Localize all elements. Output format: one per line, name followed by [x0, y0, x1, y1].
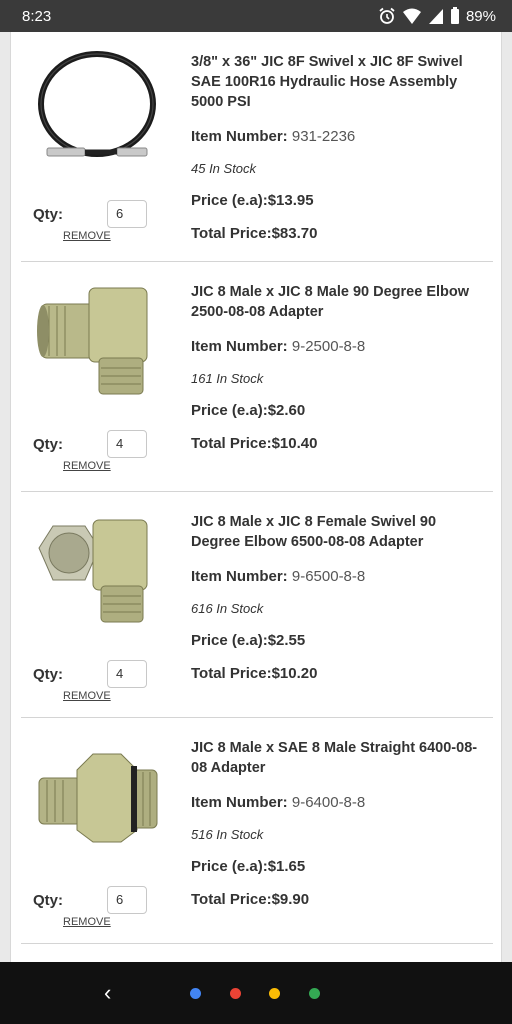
- total-price: $10.40: [271, 435, 318, 452]
- price-label: Price (e.a):: [191, 402, 268, 419]
- total-label: Total Price:: [191, 225, 272, 242]
- remove-link[interactable]: REMOVE: [63, 690, 111, 702]
- price-row: Price (e.a):$13.95: [191, 192, 486, 209]
- item-title[interactable]: JIC 8 Male x SAE 8 Male Straight 6400-08…: [191, 738, 486, 778]
- price-row: Price (e.a):$2.55: [191, 632, 486, 649]
- item-number-label: Item Number:: [191, 128, 288, 145]
- item-number-row: Item Number: 9-2500-8-8: [191, 338, 486, 355]
- item-number: 9-2500-8-8: [291, 338, 366, 355]
- cart-item: Qty: 4 REMOVE JIC 8 Male x JIC 8 Female …: [21, 492, 493, 722]
- total-label: Total Price:: [191, 891, 272, 908]
- total-label: Total Price:: [191, 665, 272, 682]
- item-number-row: Item Number: 9-6500-8-8: [191, 568, 486, 585]
- total-label: Total Price:: [191, 435, 272, 452]
- price-row: Price (e.a):$1.65: [191, 858, 486, 875]
- navigation-bar: ‹: [0, 962, 512, 1024]
- total-price: $10.20: [271, 665, 318, 682]
- cart-item: Qty: 6 REMOVE JIC 8 Male x SAE 8 Male St…: [21, 718, 493, 948]
- price-label: Price (e.a):: [191, 632, 268, 649]
- divider: [21, 943, 493, 944]
- total-row: Total Price:$9.90: [191, 891, 486, 908]
- battery-icon: [450, 7, 459, 24]
- total-row: Total Price:$10.20: [191, 665, 486, 682]
- assistant-dot-blue-icon[interactable]: [190, 988, 201, 999]
- status-bar: 8:23 89%: [0, 0, 512, 32]
- assistant-dot-green-icon[interactable]: [309, 988, 320, 999]
- quantity-input[interactable]: 4: [107, 660, 147, 688]
- swivel-elbow-adapter-image: [38, 519, 148, 623]
- item-info: JIC 8 Male x JIC 8 Female Swivel 90 Degr…: [191, 512, 486, 682]
- cart-item: Qty: 6 REMOVE 3/8" x 36" JIC 8F Swivel x…: [21, 32, 493, 262]
- item-number-label: Item Number:: [191, 338, 288, 355]
- total-price: $9.90: [271, 891, 310, 908]
- item-number-row: Item Number: 9-6400-8-8: [191, 794, 486, 811]
- back-icon[interactable]: ‹: [104, 980, 111, 1006]
- qty-label: Qty:: [33, 892, 63, 909]
- item-title[interactable]: JIC 8 Male x JIC 8 Male 90 Degree Elbow …: [191, 282, 486, 322]
- quantity-input[interactable]: 4: [107, 430, 147, 458]
- item-title[interactable]: JIC 8 Male x JIC 8 Female Swivel 90 Degr…: [191, 512, 486, 552]
- item-info: JIC 8 Male x JIC 8 Male 90 Degree Elbow …: [191, 282, 486, 452]
- qty-label: Qty:: [33, 666, 63, 683]
- unit-price: $1.65: [267, 858, 306, 875]
- item-info: 3/8" x 36" JIC 8F Swivel x JIC 8F Swivel…: [191, 52, 486, 242]
- quantity-input[interactable]: 6: [107, 200, 147, 228]
- status-time: 8:23: [22, 7, 52, 25]
- unit-price: $2.60: [267, 402, 306, 419]
- wifi-icon: [402, 8, 421, 24]
- price-row: Price (e.a):$2.60: [191, 402, 486, 419]
- status-icons: 89%: [378, 7, 496, 25]
- price-label: Price (e.a):: [191, 192, 268, 209]
- assistant-dot-red-icon[interactable]: [230, 988, 241, 999]
- elbow-adapter-image: [37, 287, 148, 395]
- assistant-dot-yellow-icon[interactable]: [269, 988, 280, 999]
- item-number-label: Item Number:: [191, 568, 288, 585]
- stock-status: 616 In Stock: [191, 601, 264, 616]
- stock-status: 516 In Stock: [191, 827, 264, 842]
- total-row: Total Price:$83.70: [191, 225, 486, 242]
- stock-status: 45 In Stock: [191, 161, 257, 176]
- hydraulic-hose-image: [38, 51, 156, 157]
- stock-status: 161 In Stock: [191, 371, 264, 386]
- cart-item: Qty: 4 REMOVE JIC 8 Male x JIC 8 Male 90…: [21, 262, 493, 492]
- unit-price: $13.95: [267, 192, 314, 209]
- item-number: 9-6400-8-8: [291, 794, 366, 811]
- battery-level: 89%: [465, 7, 496, 25]
- total-price: $83.70: [271, 225, 318, 242]
- remove-link[interactable]: REMOVE: [63, 460, 111, 472]
- unit-price: $2.55: [267, 632, 306, 649]
- qty-label: Qty:: [33, 206, 63, 223]
- item-info: JIC 8 Male x SAE 8 Male Straight 6400-08…: [191, 738, 486, 908]
- qty-label: Qty:: [33, 436, 63, 453]
- item-number: 931-2236: [291, 128, 356, 145]
- straight-adapter-image: [38, 753, 158, 843]
- item-number-label: Item Number:: [191, 794, 288, 811]
- item-number: 9-6500-8-8: [291, 568, 366, 585]
- price-label: Price (e.a):: [191, 858, 268, 875]
- signal-icon: [428, 9, 443, 24]
- cart-page[interactable]: Qty: 6 REMOVE 3/8" x 36" JIC 8F Swivel x…: [10, 32, 502, 962]
- quantity-input[interactable]: 6: [107, 886, 147, 914]
- item-number-row: Item Number: 931-2236: [191, 128, 486, 145]
- total-row: Total Price:$10.40: [191, 435, 486, 452]
- item-title[interactable]: 3/8" x 36" JIC 8F Swivel x JIC 8F Swivel…: [191, 52, 486, 112]
- remove-link[interactable]: REMOVE: [63, 916, 111, 928]
- remove-link[interactable]: REMOVE: [63, 230, 111, 242]
- alarm-icon: [379, 7, 395, 24]
